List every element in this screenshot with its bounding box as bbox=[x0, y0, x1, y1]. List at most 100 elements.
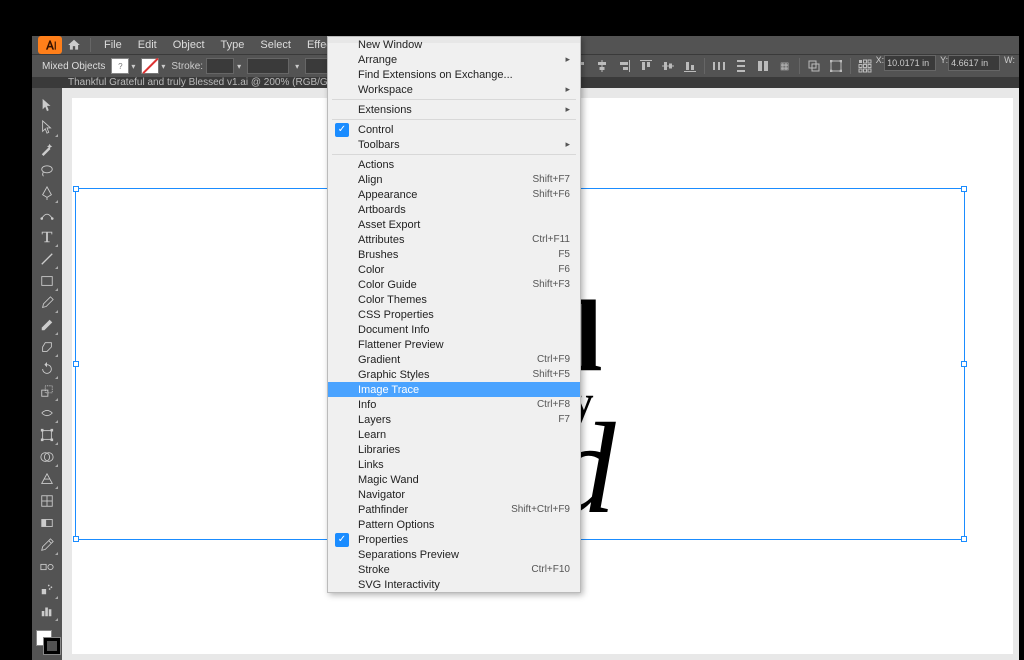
menu-item-separations-preview[interactable]: Separations Preview bbox=[328, 547, 580, 562]
menu-item-label: Links bbox=[358, 459, 384, 471]
pencil-tool-icon[interactable] bbox=[35, 314, 59, 336]
menu-object[interactable]: Object bbox=[166, 36, 212, 54]
fill-stroke-indicator[interactable] bbox=[34, 628, 60, 654]
stroke-weight[interactable]: Stroke: ▾ bbox=[171, 58, 241, 74]
symbol-sprayer-tool-icon[interactable] bbox=[35, 578, 59, 600]
menu-item-brushes[interactable]: BrushesF5 bbox=[328, 247, 580, 262]
menu-item-navigator[interactable]: Navigator bbox=[328, 487, 580, 502]
menu-item-color[interactable]: ColorF6 bbox=[328, 262, 580, 277]
rectangle-tool-icon[interactable] bbox=[35, 270, 59, 292]
menu-file[interactable]: File bbox=[97, 36, 129, 54]
menu-item-find-extensions[interactable]: Find Extensions on Exchange... bbox=[328, 67, 580, 82]
menu-item-label: Artboards bbox=[358, 204, 406, 216]
menu-item-color-themes[interactable]: Color Themes bbox=[328, 292, 580, 307]
menu-item-document-info[interactable]: Document Info bbox=[328, 322, 580, 337]
menu-item-label: Gradient bbox=[358, 354, 400, 366]
x-field[interactable]: 10.0171 in bbox=[884, 55, 936, 71]
menu-item-workspace[interactable]: Workspace▸ bbox=[328, 82, 580, 97]
menu-item-label: Magic Wand bbox=[358, 474, 419, 486]
eraser-tool-icon[interactable] bbox=[35, 336, 59, 358]
menu-item-toolbars[interactable]: Toolbars▸ bbox=[328, 137, 580, 152]
pen-tool-icon[interactable] bbox=[35, 182, 59, 204]
transform-icon[interactable] bbox=[825, 55, 847, 77]
distribute-spacing-icon[interactable] bbox=[752, 55, 774, 77]
blend-tool-icon[interactable] bbox=[35, 556, 59, 578]
align-bottom-icon[interactable] bbox=[679, 55, 701, 77]
direct-selection-tool-icon[interactable] bbox=[35, 116, 59, 138]
menu-item-learn[interactable]: Learn bbox=[328, 427, 580, 442]
menu-item-gradient[interactable]: GradientCtrl+F9 bbox=[328, 352, 580, 367]
menu-item-image-trace[interactable]: Image Trace bbox=[328, 382, 580, 397]
fill-dropdown[interactable]: ?▾ bbox=[111, 58, 135, 74]
menu-item-label: Graphic Styles bbox=[358, 369, 430, 381]
menu-type[interactable]: Type bbox=[214, 36, 252, 54]
menu-item-info[interactable]: InfoCtrl+F8 bbox=[328, 397, 580, 412]
menu-item-css-properties[interactable]: CSS Properties bbox=[328, 307, 580, 322]
stroke-weight-label: Stroke: bbox=[171, 61, 203, 72]
width-tool-icon[interactable] bbox=[35, 402, 59, 424]
menu-item-pattern-options[interactable]: Pattern Options bbox=[328, 517, 580, 532]
menu-item-extensions[interactable]: Extensions▸ bbox=[328, 102, 580, 117]
home-icon[interactable] bbox=[64, 36, 84, 54]
lasso-tool-icon[interactable] bbox=[35, 160, 59, 182]
menu-item-new-window[interactable]: New Window bbox=[328, 37, 580, 52]
menu-item-label: CSS Properties bbox=[358, 309, 434, 321]
perspective-tool-icon[interactable] bbox=[35, 468, 59, 490]
menu-item-properties[interactable]: ✓Properties bbox=[328, 532, 580, 547]
tool-panel bbox=[32, 88, 62, 660]
graph-tool-icon[interactable] bbox=[35, 600, 59, 622]
menu-item-stroke[interactable]: StrokeCtrl+F10 bbox=[328, 562, 580, 577]
menu-item-appearance[interactable]: AppearanceShift+F6 bbox=[328, 187, 580, 202]
eyedropper-tool-icon[interactable] bbox=[35, 534, 59, 556]
menu-item-actions[interactable]: Actions bbox=[328, 157, 580, 172]
menu-item-shortcut: Ctrl+F11 bbox=[532, 234, 570, 245]
shape-builder-tool-icon[interactable] bbox=[35, 446, 59, 468]
menu-item-shortcut: Shift+Ctrl+F9 bbox=[511, 504, 570, 515]
align-top-icon[interactable] bbox=[635, 55, 657, 77]
align-right-icon[interactable] bbox=[613, 55, 635, 77]
magic-wand-tool-icon[interactable] bbox=[35, 138, 59, 160]
type-tool-icon[interactable] bbox=[35, 226, 59, 248]
menu-item-flattener-preview[interactable]: Flattener Preview bbox=[328, 337, 580, 352]
y-field[interactable]: 4.6617 in bbox=[948, 55, 1000, 71]
align-hcenter-icon[interactable] bbox=[591, 55, 613, 77]
menu-item-magic-wand[interactable]: Magic Wand bbox=[328, 472, 580, 487]
rotate-tool-icon[interactable] bbox=[35, 358, 59, 380]
menu-item-layers[interactable]: LayersF7 bbox=[328, 412, 580, 427]
free-transform-tool-icon[interactable] bbox=[35, 424, 59, 446]
menu-item-label: Brushes bbox=[358, 249, 398, 261]
selection-tool-icon[interactable] bbox=[35, 94, 59, 116]
menu-item-align[interactable]: AlignShift+F7 bbox=[328, 172, 580, 187]
stroke-profile[interactable] bbox=[247, 58, 289, 74]
gradient-tool-icon[interactable] bbox=[35, 512, 59, 534]
menu-item-graphic-styles[interactable]: Graphic Styles Shift+F5 bbox=[328, 367, 580, 382]
align-vcenter-icon[interactable] bbox=[657, 55, 679, 77]
reference-point-icon[interactable] bbox=[854, 55, 876, 77]
menu-item-color-guide[interactable]: Color GuideShift+F3 bbox=[328, 277, 580, 292]
y-label: Y: bbox=[940, 55, 948, 77]
menu-item-pathfinder[interactable]: PathfinderShift+Ctrl+F9 bbox=[328, 502, 580, 517]
menu-item-control[interactable]: ✓Control bbox=[328, 122, 580, 137]
line-tool-icon[interactable] bbox=[35, 248, 59, 270]
menu-edit[interactable]: Edit bbox=[131, 36, 164, 54]
menu-select[interactable]: Select bbox=[253, 36, 298, 54]
distribute-v-icon[interactable] bbox=[730, 55, 752, 77]
menu-item-svg-interactivity[interactable]: SVG Interactivity bbox=[328, 577, 580, 592]
menu-item-arrange[interactable]: Arrange▸ bbox=[328, 52, 580, 67]
mesh-tool-icon[interactable] bbox=[35, 490, 59, 512]
menu-item-artboards[interactable]: Artboards bbox=[328, 202, 580, 217]
menu-item-attributes[interactable]: AttributesCtrl+F11 bbox=[328, 232, 580, 247]
shape-mode-icon[interactable] bbox=[803, 55, 825, 77]
menu-item-asset-export[interactable]: Asset Export bbox=[328, 217, 580, 232]
menu-item-label: Appearance bbox=[358, 189, 417, 201]
menu-item-links[interactable]: Links bbox=[328, 457, 580, 472]
x-label: X: bbox=[876, 55, 885, 77]
distribute-h-icon[interactable] bbox=[708, 55, 730, 77]
curvature-tool-icon[interactable] bbox=[35, 204, 59, 226]
scale-tool-icon[interactable] bbox=[35, 380, 59, 402]
align-to-icon[interactable]: ▦ bbox=[774, 55, 796, 77]
menu-item-libraries[interactable]: Libraries bbox=[328, 442, 580, 457]
paintbrush-tool-icon[interactable] bbox=[35, 292, 59, 314]
menu-item-shortcut: Shift+F5 bbox=[532, 369, 570, 380]
stroke-dropdown[interactable]: ▾ bbox=[141, 58, 165, 74]
